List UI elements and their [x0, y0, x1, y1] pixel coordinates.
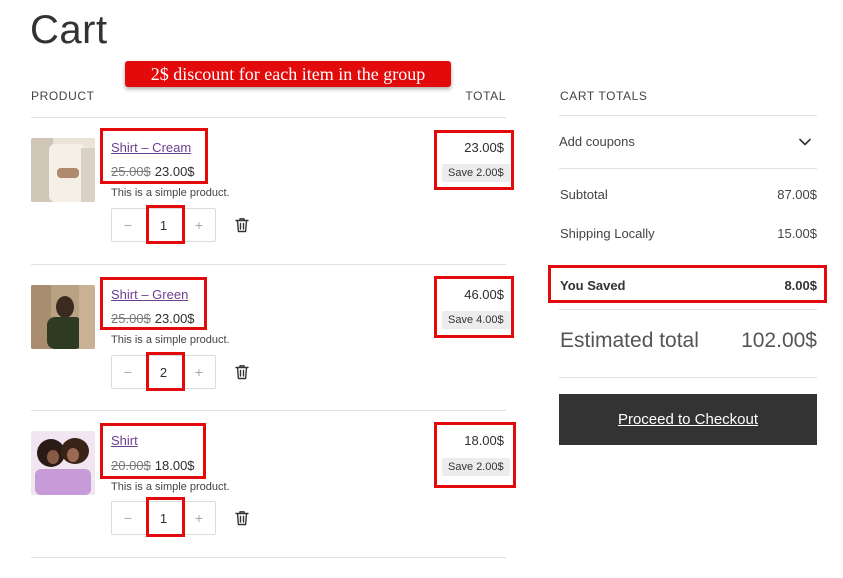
total-column-header: TOTAL: [465, 89, 506, 103]
product-image: [31, 431, 95, 495]
highlight-box: [100, 423, 206, 479]
increase-quantity-button[interactable]: +: [183, 217, 215, 233]
product-description: This is a simple product.: [111, 187, 230, 199]
highlight-box: [100, 277, 207, 330]
highlight-box: [146, 497, 185, 537]
trash-icon[interactable]: [233, 509, 251, 527]
add-coupons-label: Add coupons: [559, 134, 635, 149]
add-coupons-toggle[interactable]: Add coupons: [559, 128, 817, 158]
subtotal-value: 87.00$: [777, 187, 817, 202]
totals-divider: [559, 309, 817, 310]
trash-icon[interactable]: [233, 363, 251, 381]
highlight-box: [100, 128, 208, 184]
decrease-quantity-button[interactable]: −: [112, 217, 144, 233]
product-description: This is a simple product.: [111, 334, 230, 346]
you-saved-label: You Saved: [560, 278, 626, 293]
highlight-box: [434, 130, 514, 190]
product-column-header: PRODUCT: [31, 89, 95, 103]
highlight-box: [146, 205, 185, 244]
highlight-box: [146, 352, 185, 391]
proceed-to-checkout-button[interactable]: Proceed to Checkout: [559, 394, 817, 445]
table-divider: [31, 117, 506, 118]
increase-quantity-button[interactable]: +: [183, 510, 215, 526]
page-title: Cart: [30, 8, 108, 52]
you-saved-value: 8.00$: [784, 278, 817, 293]
totals-divider: [559, 377, 817, 378]
decrease-quantity-button[interactable]: −: [112, 364, 144, 380]
highlight-box: [434, 422, 516, 488]
product-image: [31, 285, 95, 349]
decrease-quantity-button[interactable]: −: [112, 510, 144, 526]
highlight-box: [434, 276, 514, 338]
product-thumbnail[interactable]: [31, 138, 95, 202]
product-image: [31, 138, 95, 202]
shipping-value: 15.00$: [777, 226, 817, 241]
cart-totals-header: CART TOTALS: [560, 89, 648, 103]
shipping-label: Shipping Locally: [560, 226, 655, 241]
row-divider: [31, 264, 506, 265]
estimated-total-value: 102.00$: [741, 329, 817, 352]
chevron-down-icon: [799, 138, 811, 146]
estimated-total-label: Estimated total: [560, 329, 699, 352]
subtotal-label: Subtotal: [560, 187, 608, 202]
product-thumbnail[interactable]: [31, 285, 95, 349]
totals-divider: [559, 168, 817, 169]
trash-icon[interactable]: [233, 216, 251, 234]
product-thumbnail[interactable]: [31, 431, 95, 495]
annotation-callout: 2$ discount for each item in the group: [125, 61, 451, 87]
totals-divider: [559, 115, 817, 116]
row-divider: [31, 410, 506, 411]
row-divider: [31, 557, 506, 558]
increase-quantity-button[interactable]: +: [183, 364, 215, 380]
product-description: This is a simple product.: [111, 481, 230, 493]
